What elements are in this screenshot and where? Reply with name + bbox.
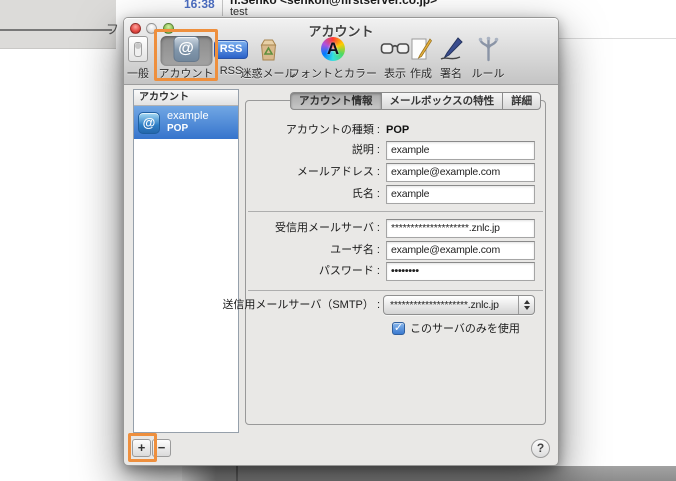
accounts-list: アカウント @ example POP — [133, 89, 239, 433]
background-column-divider — [236, 466, 238, 481]
use-only-this-server-label: このサーバのみを使用 — [410, 320, 520, 336]
general-switch-icon — [124, 35, 152, 63]
account-type-label: アカウントの種類 : — [286, 121, 380, 140]
description-label: 説明 : — [352, 141, 380, 160]
popup-stepper-icon — [518, 296, 534, 314]
full-name-label: 氏名 : — [352, 185, 380, 204]
add-account-button[interactable]: + — [132, 439, 151, 457]
account-type-value: POP — [386, 121, 409, 140]
toolbar-item-rules[interactable]: ルール — [472, 35, 505, 81]
fonts-colors-icon: A — [319, 35, 347, 63]
signature-icon — [437, 35, 465, 63]
background-hairline — [559, 38, 676, 39]
mail-preferences-window: アカウント 一般 @ アカウント RSS RSS — [123, 17, 559, 466]
full-name-input[interactable]: example — [386, 185, 535, 204]
tab-mailbox-behaviors[interactable]: メールボックスの特性 — [381, 92, 504, 110]
section-divider — [248, 290, 543, 291]
background-toolbar-fragment — [0, 0, 116, 49]
password-input[interactable]: •••••••• — [386, 262, 535, 281]
email-address-label: メールアドレス : — [297, 163, 380, 182]
checkbox-checked-icon[interactable]: ✓ — [392, 322, 405, 335]
account-at-icon: @ — [138, 112, 160, 134]
smtp-server-label: 送信用メールサーバ（SMTP） : — [222, 296, 380, 315]
smtp-server-value: ********************.znlc.jp — [390, 299, 499, 311]
account-name: example — [167, 110, 209, 123]
background-window-fragment — [182, 466, 676, 481]
help-button[interactable]: ? — [531, 439, 550, 458]
toolbar-item-junk[interactable]: 迷惑メール — [241, 35, 296, 81]
toolbar-item-accounts[interactable]: @ アカウント — [159, 35, 214, 81]
account-list-item[interactable]: @ example POP — [134, 106, 238, 139]
background-divider-line — [0, 29, 112, 31]
account-type-badge: POP — [167, 123, 209, 135]
accounts-list-header: アカウント — [134, 90, 238, 106]
toolbar-item-viewing[interactable]: 表示 — [380, 35, 410, 81]
background-partial-text: フ — [106, 19, 119, 38]
compose-icon — [407, 35, 435, 63]
smtp-server-select[interactable]: ********************.znlc.jp — [383, 295, 535, 315]
toolbar-item-composing[interactable]: 作成 — [407, 35, 435, 81]
section-divider — [248, 211, 543, 212]
toolbar-item-general[interactable]: 一般 — [124, 35, 152, 81]
remove-account-button[interactable]: − — [152, 439, 171, 457]
message-list-column-divider — [222, 0, 223, 16]
toolbar-item-signatures[interactable]: 署名 — [437, 35, 465, 81]
account-settings-panel: アカウント情報 メールボックスの特性 詳細 アカウントの種類 : POP 説明 … — [245, 100, 546, 425]
incoming-server-input[interactable]: ********************.znlc.jp — [386, 219, 535, 238]
email-address-input[interactable]: example@example.com — [386, 163, 535, 182]
message-sender-text: n.Senko <senkoh@firstserver.co.jp> — [230, 0, 437, 7]
window-chrome: アカウント 一般 @ アカウント RSS RSS — [124, 18, 558, 85]
rules-icon — [474, 35, 502, 63]
background-fade — [182, 466, 216, 481]
toolbar-item-fonts-colors[interactable]: A フォントとカラー — [289, 35, 377, 81]
description-input[interactable]: example — [386, 141, 535, 160]
use-only-this-server-row[interactable]: ✓ このサーバのみを使用 — [392, 320, 520, 336]
user-name-input[interactable]: example@example.com — [386, 241, 535, 260]
at-icon: @ — [172, 35, 200, 63]
password-label: パスワード : — [319, 262, 380, 281]
tab-account-information[interactable]: アカウント情報 — [290, 92, 382, 110]
user-name-label: ユーザ名 : — [330, 241, 380, 260]
message-time-text: 16:38 — [184, 0, 215, 11]
incoming-server-label: 受信用メールサーバ : — [275, 219, 380, 238]
glasses-icon — [380, 35, 410, 63]
junk-bag-icon — [254, 35, 282, 63]
settings-tab-bar: アカウント情報 メールボックスの特性 詳細 — [290, 92, 541, 110]
screenshot-stage: フ 16:38 n.Senko <senkoh@firstserver.co.j… — [0, 0, 676, 481]
tab-advanced[interactable]: 詳細 — [502, 92, 541, 110]
